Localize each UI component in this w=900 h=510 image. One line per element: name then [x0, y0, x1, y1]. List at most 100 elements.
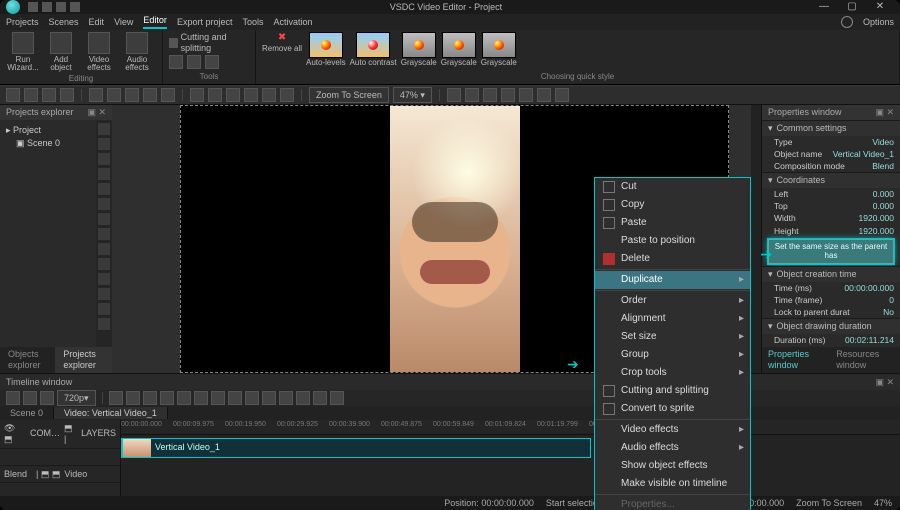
tool-icon[interactable]	[98, 303, 110, 315]
tool-icon[interactable]	[98, 138, 110, 150]
resolution-dropdown[interactable]: 720p ▾	[57, 390, 96, 406]
toolbar-icon[interactable]	[208, 88, 222, 102]
menu-activation[interactable]: Activation	[273, 17, 312, 28]
toolbar-icon[interactable]	[228, 391, 242, 405]
toolbar-icon[interactable]	[190, 88, 204, 102]
menu-editor[interactable]: Editor	[143, 15, 167, 29]
canvas[interactable]: ➔ ➔ Cut Copy Paste Paste to position Del…	[112, 105, 751, 373]
tool-icon[interactable]	[98, 213, 110, 225]
run-wizard-button[interactable]: Run Wizard...	[6, 32, 40, 72]
tool-icon[interactable]	[98, 228, 110, 240]
tool-icon[interactable]	[98, 243, 110, 255]
qat-icon[interactable]	[56, 2, 66, 12]
toolbar-icon[interactable]	[177, 391, 191, 405]
tab-objects-explorer[interactable]: Objects explorer	[0, 347, 55, 373]
tab-scene[interactable]: Scene 0	[0, 407, 54, 420]
style-auto-levels[interactable]: Auto-levels	[306, 32, 346, 68]
tree-project-node[interactable]: ▸ Project	[6, 124, 90, 137]
menu-scenes[interactable]: Scenes	[49, 17, 79, 28]
menu-export[interactable]: Export project	[177, 17, 233, 28]
toolbar-icon[interactable]	[330, 391, 344, 405]
ctx-sprite[interactable]: Convert to sprite	[595, 400, 750, 418]
ctx-cut-split[interactable]: Cutting and splitting	[595, 382, 750, 400]
toolbar-icon[interactable]	[42, 88, 56, 102]
menu-view[interactable]: View	[114, 17, 133, 28]
toolbar-icon[interactable]	[262, 391, 276, 405]
vertical-scrollbar[interactable]	[751, 105, 761, 373]
toolbar-icon[interactable]	[262, 88, 276, 102]
tree-scene-node[interactable]: ▣ Scene 0	[6, 137, 90, 150]
toolbar-icon[interactable]	[279, 391, 293, 405]
toolbar-icon[interactable]	[143, 88, 157, 102]
style-grayscale[interactable]: Grayscale	[481, 32, 517, 68]
toolbar-icon[interactable]	[244, 88, 258, 102]
toolbar-icon[interactable]	[465, 88, 479, 102]
tab-projects-explorer[interactable]: Projects explorer	[55, 347, 112, 373]
time-ruler[interactable]: 00:00:00.00000:00:09.97500:00:19.95000:0…	[121, 420, 900, 435]
ctx-paste[interactable]: Paste	[595, 214, 750, 232]
toolbar-icon[interactable]	[280, 88, 294, 102]
ctx-cut[interactable]: Cut	[595, 178, 750, 196]
toolbar-icon[interactable]	[89, 88, 103, 102]
props-section[interactable]: ▾ Object drawing duration	[762, 318, 900, 334]
video-clip[interactable]: Vertical Video_1	[121, 438, 591, 458]
tab-resources[interactable]: Resources window	[830, 347, 900, 373]
ctx-copy[interactable]: Copy	[595, 196, 750, 214]
track-header[interactable]: 👁 ⬒ COM… ⬒ | LAYERS	[0, 420, 120, 449]
menu-edit[interactable]: Edit	[89, 17, 105, 28]
toolbar-icon[interactable]	[60, 88, 74, 102]
zoom-value-dropdown[interactable]: 47% ▾	[393, 87, 432, 103]
toolbar-icon[interactable]	[245, 391, 259, 405]
toolbar-icon[interactable]	[555, 88, 569, 102]
zoom-mode-dropdown[interactable]: Zoom To Screen	[309, 87, 389, 103]
timeline-tracks[interactable]: 00:00:00.00000:00:09.97500:00:19.95000:0…	[121, 420, 900, 500]
props-section[interactable]: ▾ Coordinates	[762, 172, 900, 188]
minimize-button[interactable]: —	[810, 1, 838, 13]
gear-icon[interactable]	[841, 16, 853, 28]
toolbar-icon[interactable]	[483, 88, 497, 102]
tool-icon[interactable]	[98, 198, 110, 210]
toolbar-icon[interactable]	[107, 88, 121, 102]
toolbar-icon[interactable]	[519, 88, 533, 102]
menu-tools[interactable]: Tools	[242, 17, 263, 28]
ctx-crop[interactable]: Crop tools▸	[595, 364, 750, 382]
tool-icon[interactable]	[98, 183, 110, 195]
toolbar-icon[interactable]	[161, 88, 175, 102]
tool-icon[interactable]	[98, 258, 110, 270]
video-effects-button[interactable]: Video effects	[82, 32, 116, 72]
maximize-button[interactable]: ▢	[838, 1, 866, 13]
toolbar-icon[interactable]	[537, 88, 551, 102]
tool-icon[interactable]	[98, 123, 110, 135]
ctx-show-effects[interactable]: Show object effects	[595, 457, 750, 475]
cutting-splitting-button[interactable]: Cutting and splitting	[181, 32, 249, 54]
toolbar-icon[interactable]	[296, 391, 310, 405]
qat-icon[interactable]	[28, 2, 38, 12]
tool-icon[interactable]	[98, 318, 110, 330]
toolbar-icon[interactable]	[160, 391, 174, 405]
toolbar-icon[interactable]	[447, 88, 461, 102]
audio-effects-button[interactable]: Audio effects	[120, 32, 154, 72]
toolbar-icon[interactable]	[24, 88, 38, 102]
qat-icon[interactable]	[42, 2, 52, 12]
tool-icon[interactable]	[98, 168, 110, 180]
toolbar-icon[interactable]	[143, 391, 157, 405]
style-grayscale[interactable]: Grayscale	[441, 32, 477, 68]
qat-icon[interactable]	[70, 2, 80, 12]
toolbar-icon[interactable]	[194, 391, 208, 405]
ctx-set-size[interactable]: Set size▸	[595, 328, 750, 346]
track-header[interactable]: Blend | ⬒ ⬒ Video	[0, 466, 120, 484]
ctx-audio-effects[interactable]: Audio effects▸	[595, 439, 750, 457]
ctx-order[interactable]: Order▸	[595, 292, 750, 310]
toolbar-icon[interactable]	[23, 391, 37, 405]
set-same-size-button[interactable]: Set the same size as the parent has	[768, 239, 894, 264]
add-object-button[interactable]: Add object	[44, 32, 78, 72]
ctx-paste-position[interactable]: Paste to position	[595, 232, 750, 250]
close-button[interactable]: ✕	[866, 1, 894, 13]
toolbar-icon[interactable]	[6, 88, 20, 102]
toolbar-icon[interactable]	[211, 391, 225, 405]
tab-video[interactable]: Video: Vertical Video_1	[54, 407, 168, 420]
tool-icon[interactable]	[98, 288, 110, 300]
ctx-delete[interactable]: Delete	[595, 250, 750, 268]
style-auto-contrast[interactable]: Auto contrast	[350, 32, 397, 68]
panel-close-icon[interactable]: ▣ ✕	[87, 107, 106, 118]
